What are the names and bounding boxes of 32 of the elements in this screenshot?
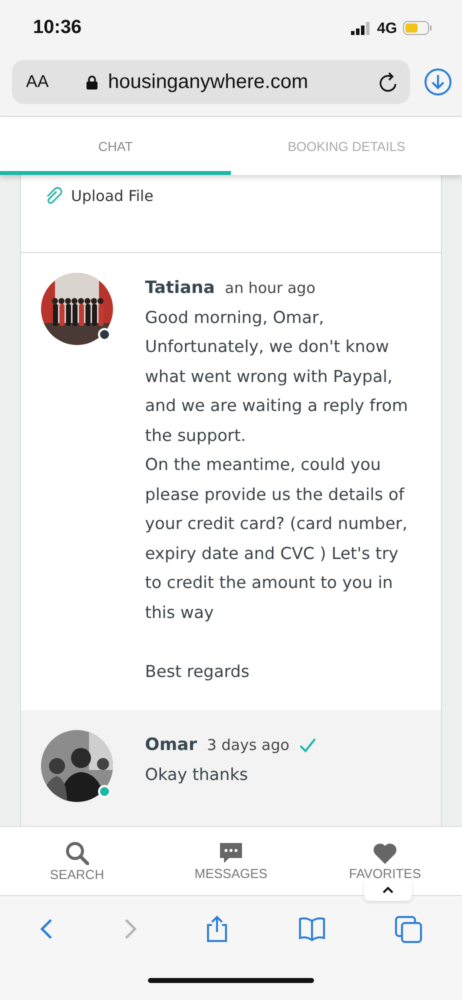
search-icon: [65, 840, 89, 864]
tabs-icon[interactable]: [394, 916, 422, 942]
author-name: Omar: [145, 735, 198, 755]
upload-file-link[interactable]: Upload File: [71, 187, 154, 205]
collapse-handle[interactable]: [364, 879, 412, 901]
text-size-button[interactable]: AA: [26, 72, 76, 92]
nav-tab[interactable]: MESSAGES: [154, 827, 308, 895]
signal-icon: [350, 22, 371, 34]
url-text: housinganywhere.com: [108, 70, 310, 94]
message-time: 3 days ago: [207, 736, 290, 754]
back-icon[interactable]: [40, 918, 54, 940]
chat-bubble-icon: [219, 842, 243, 864]
clock-time: 10:36: [33, 17, 83, 39]
message-text: Good morning, Omar, Unfortunately, we don't know what went wrong with Paypal, and we are waiting a reply from the support. On the meantime, could you please provide us the details of your credit card? (card number, expiry date and CVC ) Let's try to credit the amount to you in this way Best regards: [145, 306, 409, 682]
nav-tab[interactable]: SEARCH: [0, 827, 154, 895]
nav-tab[interactable]: FAVORITES: [308, 827, 462, 895]
share-icon[interactable]: [205, 915, 230, 943]
book-icon[interactable]: [298, 916, 326, 942]
network-type: 4G: [376, 20, 397, 36]
download-icon[interactable]: [424, 68, 452, 96]
message-text: Okay thanks: [145, 764, 250, 786]
lock-icon: [86, 74, 98, 90]
tab[interactable]: BOOKING DETAILS: [231, 117, 462, 175]
address-bar[interactable]: AA housinganywhere.com: [12, 60, 410, 104]
chevron-up-icon: [382, 886, 394, 894]
message-time: an hour ago: [224, 278, 316, 296]
reload-icon[interactable]: [378, 72, 398, 92]
paperclip-icon: [45, 187, 63, 205]
heart-icon: [372, 842, 398, 864]
author-name: Tatiana: [145, 278, 215, 298]
tab[interactable]: CHAT: [0, 117, 231, 175]
battery-icon: [403, 21, 432, 35]
